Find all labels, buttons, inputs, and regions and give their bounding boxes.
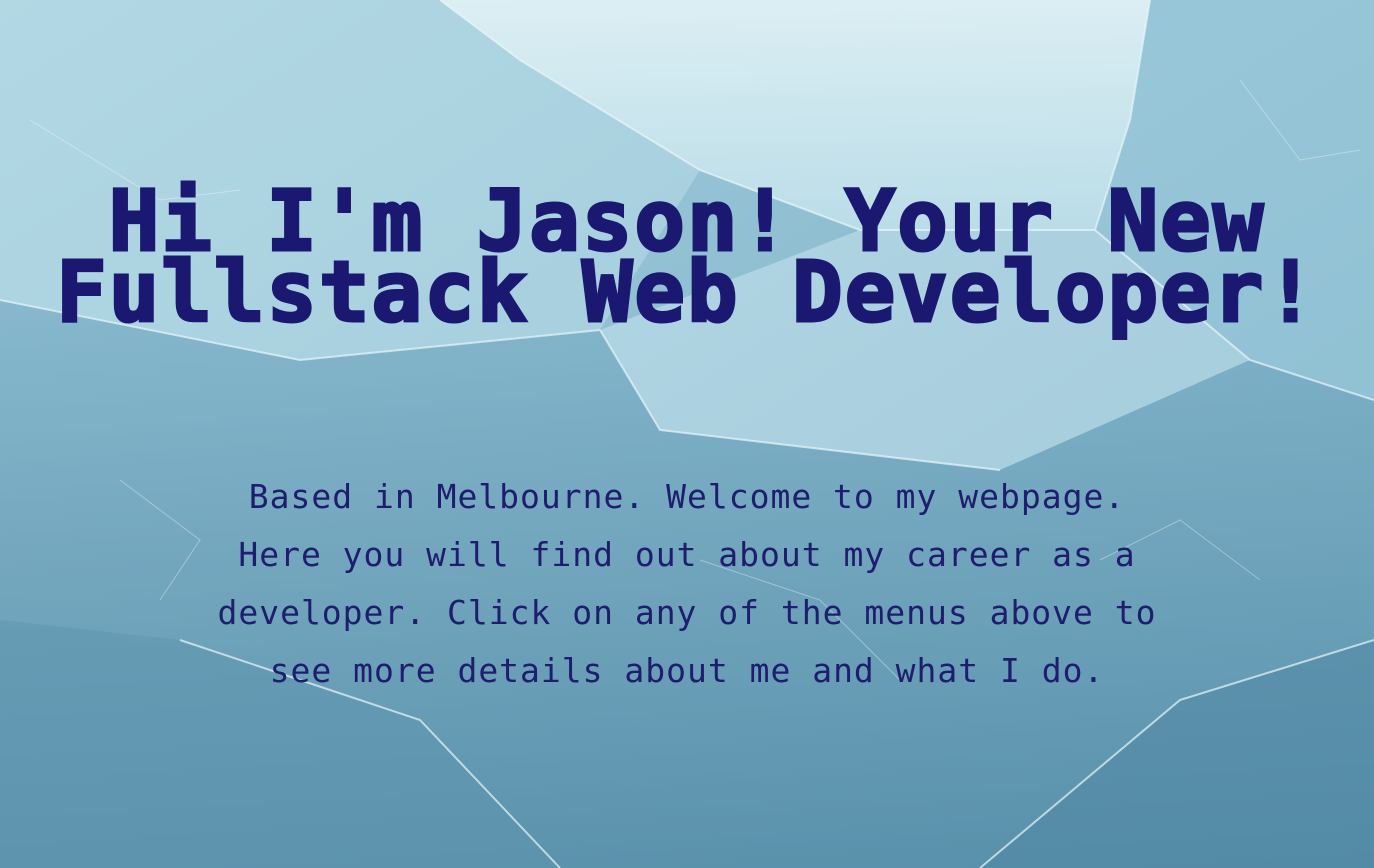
hero-headline: Hi I'm Jason! Your New Fullstack Web Dev… (55, 172, 1318, 341)
hero-intro-text: Based in Melbourne. Welcome to my webpag… (217, 477, 1157, 690)
hero-section: Hi I'm Jason! Your New Fullstack Web Dev… (0, 0, 1374, 868)
